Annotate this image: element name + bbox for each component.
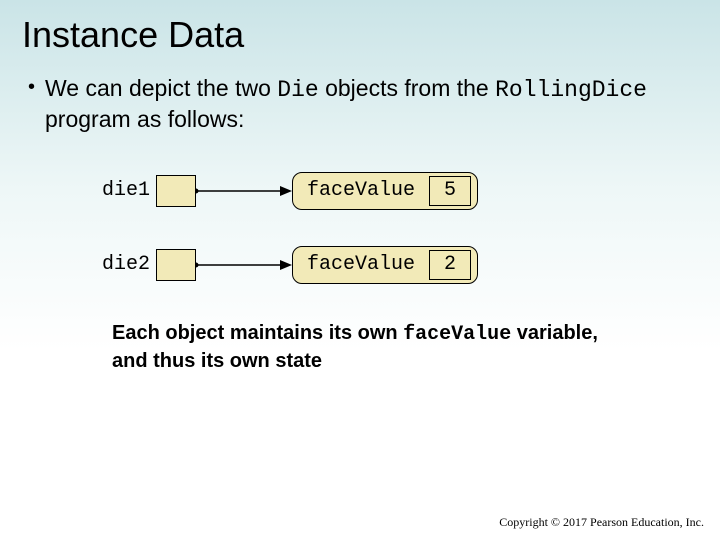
caption-pre: Each object maintains its own <box>112 322 403 344</box>
variable-label: die1 <box>92 179 150 202</box>
arrow-icon <box>196 181 292 201</box>
field-value: 5 <box>429 176 471 206</box>
bullet-mid: objects from the <box>319 75 495 101</box>
reference-box <box>156 175 196 207</box>
variable-label: die2 <box>92 253 150 276</box>
bullet-line: • We can depict the two Die objects from… <box>28 74 698 134</box>
arrow <box>196 250 292 280</box>
object-box: faceValue 5 <box>292 172 478 210</box>
caption-text: Each object maintains its own faceValue … <box>112 320 612 374</box>
bullet-text: We can depict the two Die objects from t… <box>45 74 698 134</box>
arrow <box>196 176 292 206</box>
bullet-pre: We can depict the two <box>45 75 277 101</box>
bullet-code-1: Die <box>277 77 318 103</box>
object-box: faceValue 2 <box>292 246 478 284</box>
slide-title: Instance Data <box>22 14 698 56</box>
object-diagram: die1 faceValue 5 die2 <box>92 172 698 284</box>
field-label: faceValue <box>293 173 429 209</box>
bullet-marker: • <box>28 74 35 101</box>
field-value: 2 <box>429 250 471 280</box>
bullet-post: program as follows: <box>45 106 244 132</box>
object-row: die2 faceValue 2 <box>92 246 698 284</box>
reference-box <box>156 249 196 281</box>
object-row: die1 faceValue 5 <box>92 172 698 210</box>
field-label: faceValue <box>293 247 429 283</box>
bullet-code-2: RollingDice <box>495 77 647 103</box>
caption-code: faceValue <box>403 323 511 346</box>
copyright-text: Copyright © 2017 Pearson Education, Inc. <box>499 515 704 530</box>
arrow-icon <box>196 255 292 275</box>
